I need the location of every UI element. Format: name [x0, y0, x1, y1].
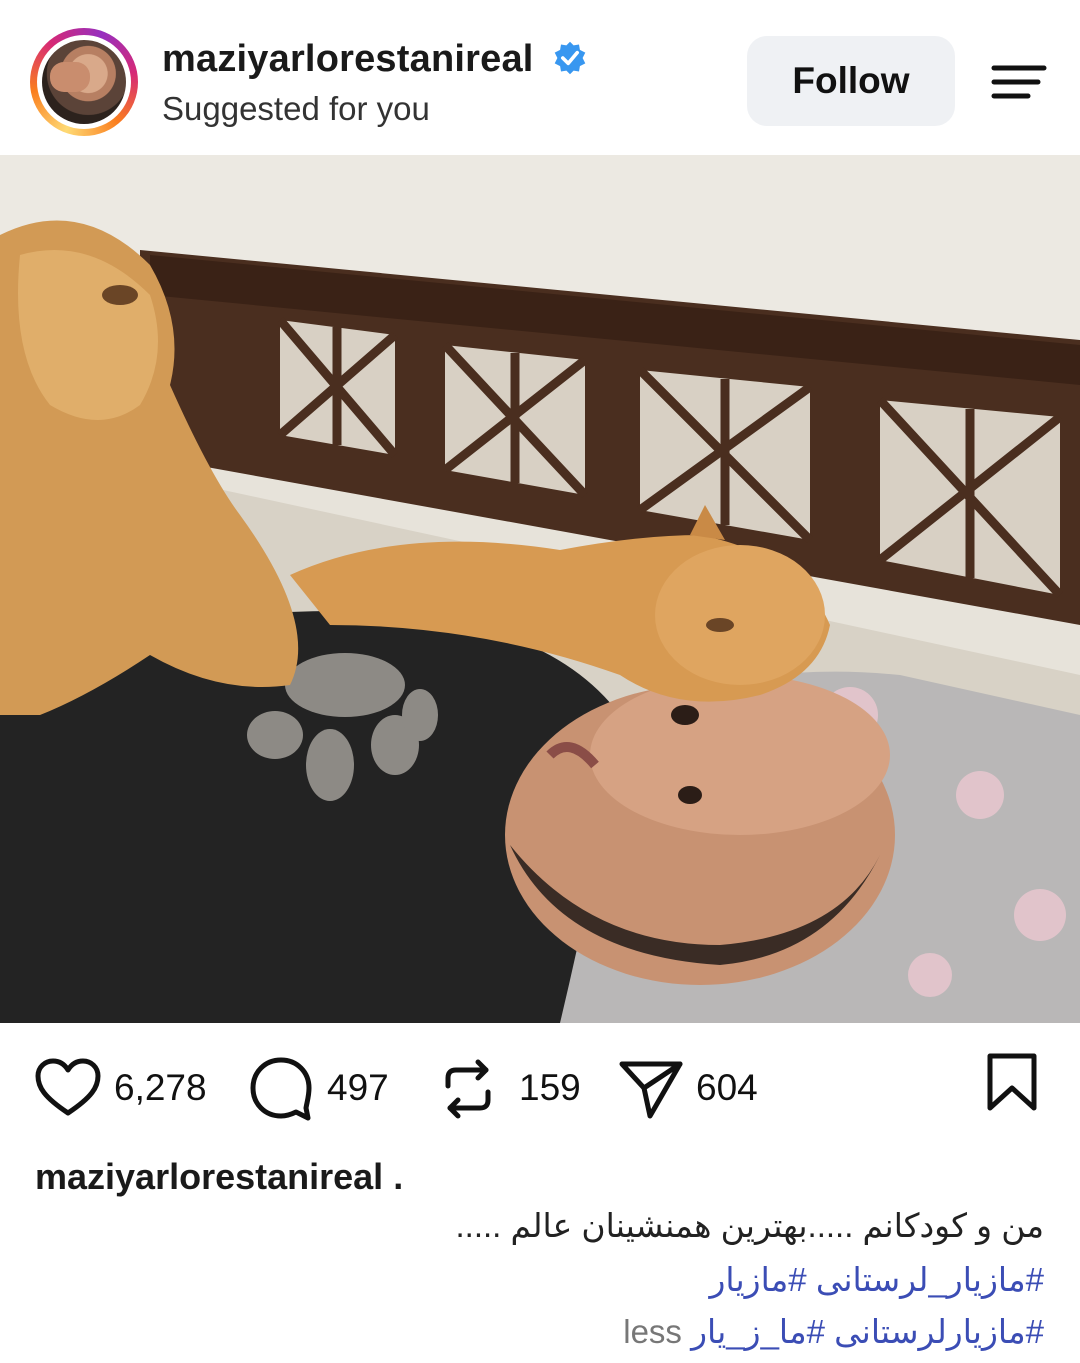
suggested-label: Suggested for you	[162, 90, 430, 127]
follow-button[interactable]: Follow	[747, 36, 955, 126]
heart-icon[interactable]	[34, 1057, 102, 1119]
avatar[interactable]	[30, 28, 138, 136]
caption-hashtags-1[interactable]: #مازیار_لرستانی #مازیار	[709, 1260, 1044, 1299]
verified-badge-icon	[554, 41, 586, 75]
avatar-frame	[37, 35, 131, 129]
avatar-photo	[42, 40, 126, 124]
caption-text: من و کودکانم .....بهترین همنشینان عالم .…	[455, 1207, 1044, 1244]
menu-icon[interactable]	[988, 62, 1048, 102]
post-header: maziyarlorestanireal Suggested for you F…	[0, 0, 1080, 155]
bookmark-icon[interactable]	[984, 1052, 1040, 1112]
post-image[interactable]	[0, 155, 1080, 1023]
less-link[interactable]: less	[623, 1313, 682, 1350]
username[interactable]: maziyarlorestanireal	[162, 38, 534, 81]
share-count[interactable]: 604	[696, 1067, 758, 1109]
caption-username[interactable]: maziyarlorestanireal .	[35, 1156, 403, 1198]
repost-count[interactable]: 159	[519, 1067, 581, 1109]
comment-count[interactable]: 497	[327, 1067, 389, 1109]
caption-hashtags-2-row: #مازیارلرستانی #ما_ز_یار less	[623, 1312, 1044, 1351]
post-photo-illustration	[0, 155, 1080, 1023]
repost-arrows-icon[interactable]	[440, 1056, 496, 1122]
avatar-hand-shape	[50, 62, 90, 92]
like-count[interactable]: 6,278	[114, 1067, 207, 1109]
comment-bubble-icon[interactable]	[248, 1056, 314, 1122]
paper-plane-icon[interactable]	[618, 1058, 684, 1120]
caption-hashtags-2[interactable]: #مازیارلرستانی #ما_ز_یار	[691, 1313, 1044, 1350]
